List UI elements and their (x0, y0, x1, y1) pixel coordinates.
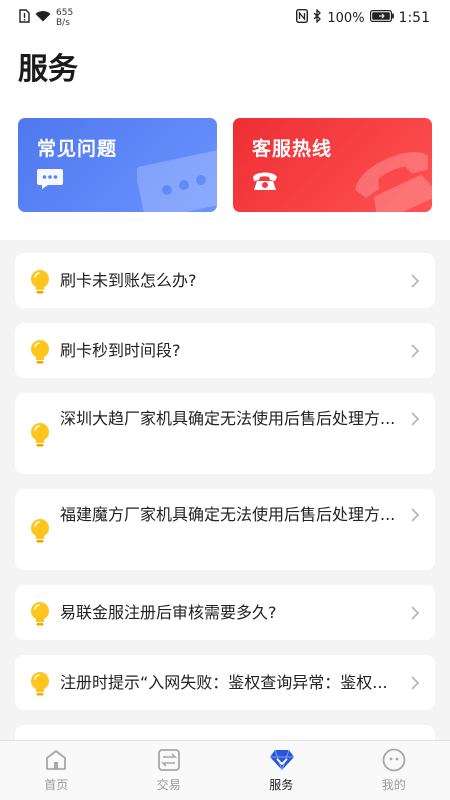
profile-icon (382, 748, 406, 772)
network-speed-value: 655 (56, 8, 74, 18)
faq-question-text: 福建魔方厂家机具确定无法使用后售后处理方... (60, 505, 396, 524)
faq-question-text: 注册时提示“入网失败：鉴权查询异常：鉴权... (60, 673, 388, 692)
faq-card-label: 常见问题 (37, 138, 118, 160)
hotline-card-label: 客服热线 (252, 138, 333, 160)
faq-list-item[interactable]: 刷卡未到账怎么办? (15, 253, 435, 308)
chevron-right-icon (407, 411, 423, 427)
nav-tab-home[interactable]: 首页 (0, 741, 113, 800)
chevron-right-icon (407, 343, 423, 359)
faq-question-text: 刷卡未到账怎么办? (60, 271, 197, 290)
faq-question-text: 刷卡秒到时间段? (60, 341, 181, 360)
chevron-right-icon (407, 273, 423, 289)
faq-question-text: 易联金服注册后审核需要多久? (60, 603, 277, 622)
lightbulb-icon (29, 339, 51, 365)
transaction-icon (157, 748, 181, 772)
faq-list-item[interactable]: 刷卡秒到时间段? (15, 323, 435, 378)
nav-tab-home-label: 首页 (44, 778, 69, 792)
nav-tab-profile-label: 我的 (381, 778, 406, 792)
chat-bubble-icon (36, 168, 64, 194)
faq-list-item[interactable]: 深圳大趋厂家机具确定无法使用后售后处理方... (15, 393, 435, 474)
wifi-icon (35, 10, 51, 26)
network-speed: 655 B/s (56, 8, 73, 28)
chevron-right-icon (407, 507, 423, 523)
lightbulb-icon (29, 671, 51, 697)
clock: 1:51 (398, 10, 430, 26)
sim-alert-icon (18, 9, 30, 27)
lightbulb-icon (29, 518, 51, 544)
nav-tab-profile[interactable]: 我的 (338, 741, 450, 800)
hotline-card[interactable]: 客服热线 (233, 118, 432, 212)
nav-tab-service-label: 服务 (269, 778, 294, 792)
network-speed-unit: B/s (56, 18, 70, 28)
faq-list-item[interactable]: 易联金服注册后审核需要多久? (15, 585, 435, 640)
page-title: 服务 (18, 52, 78, 87)
faq-list-item[interactable]: 注册时提示“入网失败：鉴权查询异常：鉴权... (15, 655, 435, 710)
chevron-right-icon (407, 675, 423, 691)
nfc-icon (296, 8, 309, 27)
service-diamond-icon (269, 748, 295, 772)
telephone-watermark-icon (348, 142, 432, 212)
lightbulb-icon (29, 269, 51, 295)
telephone-icon (251, 168, 279, 196)
chevron-right-icon (407, 605, 423, 621)
faq-card[interactable]: 常见问题 (18, 118, 217, 212)
lightbulb-icon (29, 422, 51, 448)
battery-percent: 100% (327, 10, 365, 26)
lightbulb-icon (29, 601, 51, 627)
nav-tab-transaction[interactable]: 交易 (113, 741, 226, 800)
chat-bubble-watermark-icon (135, 148, 217, 212)
faq-question-text: 深圳大趋厂家机具确定无法使用后售后处理方... (60, 409, 396, 428)
faq-list-item[interactable]: 福建魔方厂家机具确定无法使用后售后处理方... (15, 489, 435, 570)
status-bar: 655 B/s 100% 1:51 (0, 0, 450, 36)
nav-tab-service[interactable]: 服务 (225, 741, 338, 800)
bottom-nav: 首页 交易 服务 我的 (0, 740, 450, 800)
nav-tab-transaction-label: 交易 (156, 778, 181, 792)
home-icon (44, 748, 68, 772)
bluetooth-icon (313, 8, 322, 27)
battery-icon (369, 10, 394, 26)
